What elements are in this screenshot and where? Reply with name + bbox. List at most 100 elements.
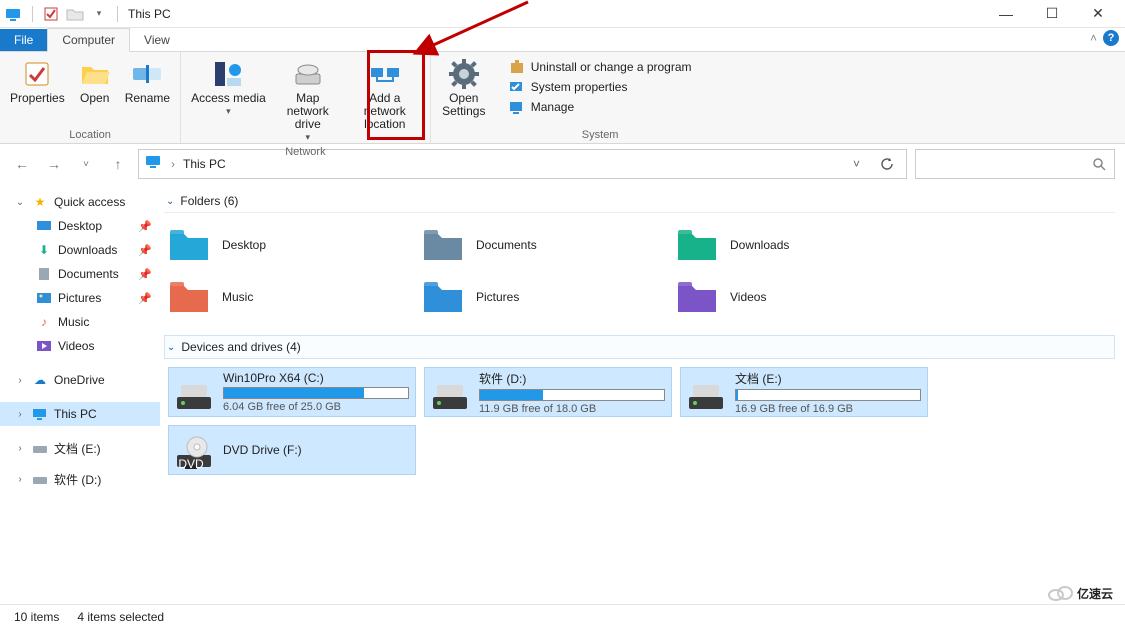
ribbon: Properties Open Rename Location Access m… (0, 52, 1125, 144)
system-properties-button[interactable]: System properties (503, 78, 698, 96)
pictures-icon (36, 290, 52, 306)
sidebar-pictures[interactable]: Pictures📌 (0, 286, 160, 310)
help-icon[interactable]: ? (1103, 30, 1119, 46)
map-drive-button[interactable]: Map network drive▾ (272, 56, 344, 146)
tab-computer[interactable]: Computer (47, 28, 130, 52)
qat-dropdown-icon[interactable]: ▾ (89, 4, 109, 24)
folder-tile[interactable]: Music (168, 273, 398, 321)
folder-tile[interactable]: Desktop (168, 221, 398, 269)
drive-tile[interactable]: 软件 (D:) 11.9 GB free of 18.0 GB (424, 367, 672, 417)
folder-tile[interactable]: Pictures (422, 273, 652, 321)
folder-tile[interactable]: Videos (676, 273, 906, 321)
folder-label: Documents (476, 238, 537, 252)
folder-icon (676, 226, 718, 264)
separator (117, 6, 118, 22)
close-button[interactable]: ✕ (1075, 0, 1121, 28)
sidebar-videos[interactable]: Videos (0, 334, 160, 358)
address-dropdown-icon[interactable]: ˅ (847, 157, 866, 171)
sidebar-downloads[interactable]: ⬇Downloads📌 (0, 238, 160, 262)
tab-view[interactable]: View (130, 29, 184, 51)
folder-label: Desktop (222, 238, 266, 252)
manage-button[interactable]: Manage (503, 98, 698, 116)
capacity-bar (479, 389, 665, 401)
sidebar-quick-access[interactable]: ⌄ ★ Quick access (0, 190, 160, 214)
folder-tile[interactable]: Downloads (676, 221, 906, 269)
back-button[interactable]: ← (10, 152, 34, 176)
navigation-pane: ⌄ ★ Quick access Desktop📌 ⬇Downloads📌 Do… (0, 184, 160, 604)
desktop-icon (36, 218, 52, 234)
drive-tile[interactable]: DVD DVD Drive (F:) (168, 425, 416, 475)
folder-tile[interactable]: Documents (422, 221, 652, 269)
search-icon (1092, 157, 1106, 171)
status-selected-count: 4 items selected (77, 610, 164, 624)
maximize-button[interactable]: ☐ (1029, 0, 1075, 28)
chevron-down-icon: ⌄ (166, 196, 174, 207)
uninstall-program-button[interactable]: Uninstall or change a program (503, 58, 698, 76)
chevron-down-icon: ⌄ (167, 342, 175, 353)
sidebar-desktop[interactable]: Desktop📌 (0, 214, 160, 238)
chevron-down-icon: ⌄ (14, 197, 26, 208)
ribbon-group-system: Uninstall or change a program System pro… (497, 52, 704, 143)
status-item-count: 10 items (14, 610, 59, 624)
properties-button[interactable]: Properties (6, 56, 69, 107)
ribbon-group-network: Access media▾ Map network drive▾ Add a n… (181, 52, 431, 143)
drive-tile[interactable]: Win10Pro X64 (C:)6.04 GB free of 25.0 GB (168, 367, 416, 417)
qat-properties-icon[interactable] (41, 4, 61, 24)
drives-section-header[interactable]: ⌄ Devices and drives (4) (164, 335, 1115, 359)
watermark: 亿速云 (1047, 584, 1113, 602)
folders-grid: Desktop Documents Downloads Music Pictures Vi… (164, 213, 1115, 335)
address-bar[interactable]: › This PC ˅ (138, 149, 907, 179)
rename-icon (131, 58, 163, 90)
sidebar-drive-d[interactable]: ›软件 (D:) (0, 467, 160, 492)
dvd-drive-icon: DVD (175, 431, 213, 469)
folder-icon (168, 278, 210, 316)
sidebar-documents[interactable]: Documents📌 (0, 262, 160, 286)
sidebar-drive-e[interactable]: ›文档 (E:) (0, 436, 160, 461)
uninstall-icon (509, 59, 525, 75)
drive-label: DVD Drive (F:) (223, 443, 409, 457)
pin-icon: 📌 (138, 244, 152, 257)
content-pane: ⌄ Folders (6) Desktop Documents Downloads M… (160, 184, 1125, 604)
add-network-location-button[interactable]: Add a network location (346, 56, 424, 146)
folders-section-header[interactable]: ⌄ Folders (6) (164, 190, 1115, 213)
hard-drive-icon (687, 373, 725, 411)
search-input[interactable] (915, 149, 1115, 179)
rename-button[interactable]: Rename (121, 56, 174, 107)
folder-icon (422, 226, 464, 264)
address-separator: › (171, 157, 175, 171)
recent-locations-button[interactable]: ˅ (74, 152, 98, 176)
drive-tile[interactable]: 文档 (E:) 16.9 GB free of 16.9 GB (680, 367, 928, 417)
svg-text:DVD: DVD (178, 457, 204, 469)
group-label-network: Network (285, 146, 325, 160)
refresh-button[interactable] (874, 157, 900, 171)
up-button[interactable]: ↑ (106, 152, 130, 176)
sidebar-this-pc[interactable]: ›This PC (0, 402, 160, 426)
chevron-right-icon: › (14, 375, 26, 386)
minimize-button[interactable]: — (983, 0, 1029, 28)
folder-label: Music (222, 290, 253, 304)
quick-access-toolbar: ▾ (4, 4, 122, 24)
folder-icon (422, 278, 464, 316)
drive-label: 软件 (D:) (479, 370, 665, 387)
separator (32, 6, 33, 22)
drive-label: 文档 (E:) (735, 370, 921, 387)
map-drive-icon (292, 58, 324, 90)
chevron-right-icon: › (14, 474, 26, 485)
open-settings-button[interactable]: Open Settings (437, 56, 491, 120)
sidebar-music[interactable]: ♪Music (0, 310, 160, 334)
access-media-button[interactable]: Access media▾ (187, 56, 270, 146)
collapse-ribbon-icon[interactable]: ˄ (1090, 31, 1097, 45)
folder-label: Videos (730, 290, 766, 304)
drive-free-text: 11.9 GB free of 18.0 GB (479, 403, 665, 415)
sidebar-onedrive[interactable]: ›☁OneDrive (0, 368, 160, 392)
address-segment[interactable]: This PC (183, 157, 226, 171)
chevron-right-icon: › (14, 443, 26, 454)
open-button[interactable]: Open (71, 56, 119, 107)
folder-label: Pictures (476, 290, 519, 304)
network-location-icon (369, 58, 401, 90)
downloads-icon: ⬇ (36, 242, 52, 258)
qat-folder-icon[interactable] (65, 4, 85, 24)
drive-free-text: 16.9 GB free of 16.9 GB (735, 403, 921, 415)
forward-button[interactable]: → (42, 152, 66, 176)
tab-file[interactable]: File (0, 29, 47, 51)
